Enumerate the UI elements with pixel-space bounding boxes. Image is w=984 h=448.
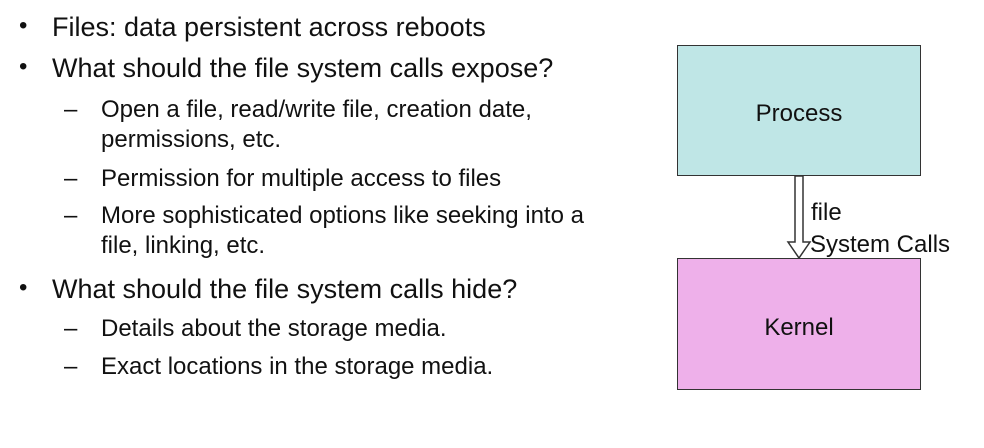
dash-icon: – — [64, 96, 78, 123]
bullet-dot-icon: • — [19, 12, 28, 39]
dash-icon: – — [64, 165, 78, 192]
sub-bullet-locations: – Exact locations in the storage media. — [64, 352, 494, 382]
process-label: Process — [755, 100, 843, 127]
arrow-label-system-calls: System Calls — [810, 231, 951, 258]
bullet-dot-icon: • — [19, 274, 28, 301]
kernel-box: Kernel — [677, 258, 921, 390]
sub-bullet-line: Details about the storage media. — [101, 315, 447, 342]
dash-icon: – — [64, 315, 78, 342]
dash-icon: – — [64, 353, 78, 380]
bullet-expose: • What should the file system calls expo… — [19, 53, 554, 84]
sub-bullet-sophisticated: – More sophisticated options like seekin… — [64, 201, 584, 261]
slide: • Files: data persistent across reboots … — [0, 0, 984, 448]
syscall-arrow-icon — [786, 176, 812, 260]
sub-bullet-line: Exact locations in the storage media. — [101, 353, 494, 380]
sub-bullet-line: file, linking, etc. — [101, 232, 266, 259]
sub-bullet-details: – Details about the storage media. — [64, 314, 447, 344]
bullet-text: What should the file system calls expose… — [52, 53, 554, 83]
sub-bullet-line: Permission for multiple access to files — [101, 165, 502, 192]
sub-bullet-line: permissions, etc. — [101, 126, 282, 153]
bullet-text: What should the file system calls hide? — [52, 274, 518, 304]
process-box: Process — [677, 45, 921, 176]
kernel-label: Kernel — [764, 314, 834, 341]
bullet-dot-icon: • — [19, 53, 28, 80]
dash-icon: – — [64, 202, 78, 229]
arrow-label-file: file — [811, 199, 842, 226]
sub-bullet-line: More sophisticated options like seeking … — [101, 202, 584, 229]
bullet-files: • Files: data persistent across reboots — [19, 12, 486, 43]
sub-bullet-permission: – Permission for multiple access to file… — [64, 164, 502, 194]
bullet-text: Files: data persistent across reboots — [52, 12, 486, 42]
bullet-hide: • What should the file system calls hide… — [19, 274, 518, 305]
sub-bullet-open-file: – Open a file, read/write file, creation… — [64, 95, 532, 155]
sub-bullet-line: Open a file, read/write file, creation d… — [101, 96, 532, 123]
